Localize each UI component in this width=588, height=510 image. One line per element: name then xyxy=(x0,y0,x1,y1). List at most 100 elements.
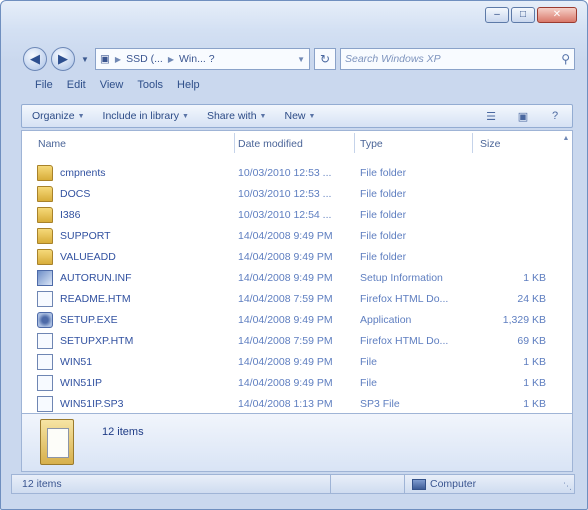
folder-icon xyxy=(37,228,53,244)
file-name: README.HTM xyxy=(60,293,131,305)
minimize-button[interactable]: – xyxy=(485,7,509,23)
chevron-right-icon: ▶ xyxy=(114,54,122,64)
file-type: Application xyxy=(360,314,412,326)
folder-icon xyxy=(37,186,53,202)
share-with-button[interactable]: Share with ▼ xyxy=(207,110,267,122)
view-options-icon[interactable]: ☰ xyxy=(484,110,498,123)
refresh-button[interactable]: ↻ xyxy=(314,48,336,70)
file-name: AUTORUN.INF xyxy=(60,272,132,284)
column-divider[interactable] xyxy=(234,133,235,153)
column-headers: Name Date modified Type Size xyxy=(22,131,560,157)
preview-pane-icon[interactable]: ▣ xyxy=(516,110,530,123)
file-row[interactable]: WIN51IP.SP3 14/04/2008 1:13 PM SP3 File 1 K… xyxy=(22,394,560,415)
file-name: SETUPXP.HTM xyxy=(60,335,134,347)
column-size[interactable]: Size xyxy=(480,138,500,150)
file-row[interactable]: I386 10/03/2010 12:54 ... File folder xyxy=(22,205,560,226)
breadcrumb-folder[interactable]: Win... ? xyxy=(179,53,215,65)
file-date-modified: 14/04/2008 9:49 PM xyxy=(238,230,333,242)
file-date-modified: 14/04/2008 9:49 PM xyxy=(238,272,333,284)
status-divider xyxy=(404,475,405,493)
file-date-modified: 14/04/2008 7:59 PM xyxy=(238,293,333,305)
column-divider[interactable] xyxy=(354,133,355,153)
computer-icon xyxy=(412,478,426,490)
file-type: Setup Information xyxy=(360,272,443,284)
folder-icon xyxy=(37,249,53,265)
maximize-button[interactable]: □ xyxy=(511,7,535,23)
file-icon xyxy=(37,333,53,349)
file-type: File folder xyxy=(360,230,407,242)
file-name: WIN51IP xyxy=(60,377,103,389)
file-type: File folder xyxy=(360,209,407,221)
chevron-down-icon: ▼ xyxy=(259,112,267,120)
search-icon[interactable]: ⚲ xyxy=(561,52,570,66)
menu-view[interactable]: View xyxy=(100,79,124,91)
share-label: Share with xyxy=(206,110,257,122)
file-row[interactable]: AUTORUN.INF 14/04/2008 9:49 PM Setup Infor… xyxy=(22,268,560,289)
file-type: File xyxy=(360,356,377,368)
organize-button[interactable]: Organize ▼ xyxy=(32,110,85,122)
column-type[interactable]: Type xyxy=(360,138,383,150)
file-size: 24 KB xyxy=(517,293,546,305)
menu-edit[interactable]: Edit xyxy=(67,79,86,91)
file-row[interactable]: DOCS 10/03/2010 12:53 ... File folder xyxy=(22,184,560,205)
caption-buttons: – □ ✕ xyxy=(485,7,577,23)
include-label: Include in library xyxy=(102,110,179,122)
item-count: 12 items xyxy=(102,426,144,438)
file-size: 1 KB xyxy=(523,272,546,284)
file-row[interactable]: WIN51IP 14/04/2008 9:49 PM File 1 KB xyxy=(22,373,560,394)
file-date-modified: 10/03/2010 12:54 ... xyxy=(238,209,332,221)
file-type: File folder xyxy=(360,188,407,200)
file-icon xyxy=(37,291,53,307)
command-toolbar: Organize ▼ Include in library ▼ Share wi… xyxy=(21,104,573,128)
file-icon xyxy=(37,354,53,370)
include-in-library-button[interactable]: Include in library ▼ xyxy=(103,110,189,122)
forward-arrow-icon: ▶ xyxy=(58,51,68,66)
address-bar[interactable]: ▣ ▶ SSD (... ▶ Win... ? ▼ xyxy=(95,48,310,70)
column-name[interactable]: Name xyxy=(38,138,66,150)
new-label: New xyxy=(284,110,306,122)
file-row[interactable]: README.HTM 14/04/2008 7:59 PM Firefox HTML… xyxy=(22,289,560,310)
file-name: cmpnents xyxy=(60,167,106,179)
file-type: SP3 File xyxy=(360,398,400,410)
refresh-icon: ↻ xyxy=(319,52,331,66)
app-icon xyxy=(37,312,53,328)
file-row[interactable]: WIN51 14/04/2008 9:49 PM File 1 KB xyxy=(22,352,560,373)
address-dropdown-icon[interactable]: ▼ xyxy=(297,55,305,64)
column-date-modified[interactable]: Date modified xyxy=(238,138,303,150)
file-date-modified: 10/03/2010 12:53 ... xyxy=(238,167,332,179)
forward-button[interactable]: ▶ xyxy=(51,47,75,71)
drive-icon: ▣ xyxy=(100,53,110,65)
recent-pages-dropdown[interactable]: ▼ xyxy=(79,55,91,64)
file-row[interactable]: SETUPXP.HTM 14/04/2008 7:59 PM Firefox HTM… xyxy=(22,331,560,352)
help-icon[interactable]: ? xyxy=(548,110,562,122)
file-size: 1 KB xyxy=(523,377,546,389)
column-divider[interactable] xyxy=(472,133,473,153)
file-date-modified: 14/04/2008 9:49 PM xyxy=(238,377,333,389)
file-row[interactable]: SETUP.EXE 14/04/2008 9:49 PM Application 1,… xyxy=(22,310,560,331)
file-name: I386 xyxy=(60,209,81,221)
search-placeholder: Search Windows XP xyxy=(345,53,441,65)
file-row[interactable]: VALUEADD 14/04/2008 9:49 PM File folder xyxy=(22,247,560,268)
breadcrumb-drive[interactable]: SSD (... xyxy=(126,53,163,65)
scroll-up-button[interactable]: ▲ xyxy=(560,131,572,147)
file-row[interactable]: cmpnents 10/03/2010 12:53 ... File folder xyxy=(22,163,560,184)
resize-grip-icon[interactable]: ⋱ xyxy=(563,481,572,492)
menu-tools[interactable]: Tools xyxy=(137,79,163,91)
file-name: WIN51 xyxy=(60,356,93,368)
menu-help[interactable]: Help xyxy=(177,79,200,91)
file-size: 1 KB xyxy=(523,356,546,368)
back-arrow-icon: ◀ xyxy=(30,51,40,66)
file-size: 1 KB xyxy=(523,398,546,410)
file-date-modified: 14/04/2008 1:13 PM xyxy=(238,398,333,410)
back-button[interactable]: ◀ xyxy=(23,47,47,71)
file-row[interactable]: SUPPORT 14/04/2008 9:49 PM File folder xyxy=(22,226,560,247)
chevron-down-icon: ▼ xyxy=(308,112,316,120)
close-button[interactable]: ✕ xyxy=(537,7,577,23)
new-folder-button[interactable]: New ▼ xyxy=(284,110,315,122)
menu-file[interactable]: File xyxy=(35,79,53,91)
status-location-label: Computer xyxy=(430,478,477,490)
search-input[interactable]: Search Windows XP ⚲ xyxy=(340,48,575,70)
file-size: 69 KB xyxy=(517,335,546,347)
menu-bar: File Edit View Tools Help xyxy=(35,79,200,91)
file-date-modified: 14/04/2008 9:49 PM xyxy=(238,356,333,368)
